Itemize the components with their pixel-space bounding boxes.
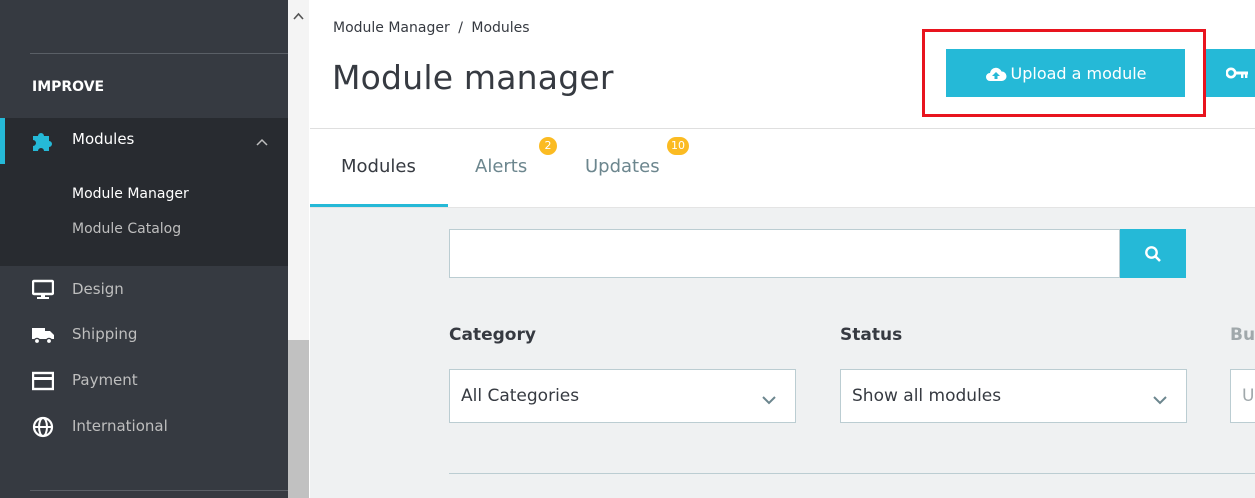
breadcrumb-item-module-manager[interactable]: Module Manager <box>333 20 450 36</box>
chevron-up-icon[interactable] <box>292 8 305 21</box>
connect-addons-button[interactable] <box>1206 49 1255 97</box>
status-select[interactable]: Show all modules <box>840 369 1187 423</box>
sidebar-item-shipping[interactable]: Shipping <box>0 318 288 352</box>
chevron-up-icon[interactable] <box>256 132 268 151</box>
globe-icon <box>32 416 54 438</box>
monitor-icon <box>32 279 54 301</box>
content-divider <box>449 473 1255 474</box>
bulk-actions-select[interactable]: U <box>1230 369 1255 423</box>
bulk-actions-label: Bu <box>1230 325 1255 345</box>
page-header: Module Manager / Modules Module manager … <box>310 0 1255 128</box>
tab-label: Modules <box>341 156 416 177</box>
breadcrumb-separator: / <box>458 20 463 36</box>
tab-updates[interactable]: Updates 10 <box>585 129 705 207</box>
sidebar: IMPROVE Modules Module Manager Module Ca… <box>0 0 288 498</box>
truck-icon <box>32 324 54 346</box>
chevron-down-icon <box>761 390 777 409</box>
sidebar-subitem-module-manager[interactable]: Module Manager <box>72 186 189 202</box>
breadcrumb: Module Manager / Modules <box>333 20 530 36</box>
category-filter-label: Category <box>449 325 536 345</box>
sidebar-divider-bottom <box>30 490 288 491</box>
puzzle-icon <box>30 130 52 152</box>
key-icon <box>1226 66 1255 80</box>
sidebar-scrollbar[interactable] <box>288 0 309 498</box>
bulk-actions-value: U <box>1242 386 1255 406</box>
chevron-down-icon <box>1152 390 1168 409</box>
sidebar-divider-top <box>30 53 288 54</box>
sidebar-section-title: IMPROVE <box>32 79 105 95</box>
tab-bar: Modules Alerts 2 Updates 10 <box>310 129 1255 207</box>
breadcrumb-item-modules[interactable]: Modules <box>471 20 529 36</box>
status-filter-label: Status <box>840 325 903 345</box>
category-select-value: All Categories <box>461 386 580 406</box>
credit-card-icon <box>32 370 54 392</box>
sidebar-item-label: Modules <box>72 130 135 148</box>
tab-label: Updates <box>585 156 660 177</box>
sidebar-item-modules[interactable]: Modules <box>0 118 288 164</box>
upload-module-label: Upload a module <box>1010 63 1147 83</box>
status-select-value: Show all modules <box>852 386 1002 406</box>
updates-count-badge: 10 <box>667 137 689 155</box>
sidebar-modules-group: Modules Module Manager Module Catalog <box>0 118 288 266</box>
tab-label: Alerts <box>475 156 528 177</box>
page-title: Module manager <box>332 58 614 97</box>
module-filters-panel: Category All Categories Status Show all … <box>310 208 1255 498</box>
sidebar-item-label: International <box>72 417 168 435</box>
alerts-count-badge: 2 <box>539 137 557 155</box>
search-button[interactable] <box>1120 229 1186 278</box>
tab-modules[interactable]: Modules <box>310 129 448 207</box>
sidebar-item-payment[interactable]: Payment <box>0 364 288 398</box>
sidebar-item-label: Payment <box>72 371 138 389</box>
scrollbar-thumb[interactable] <box>288 340 309 498</box>
sidebar-item-label: Design <box>72 280 124 298</box>
category-select[interactable]: All Categories <box>449 369 796 423</box>
upload-module-button[interactable]: Upload a module <box>946 49 1185 97</box>
sidebar-item-international[interactable]: International <box>0 410 288 444</box>
sidebar-item-label: Shipping <box>72 325 138 343</box>
cloud-upload-icon <box>985 65 1007 83</box>
sidebar-item-design[interactable]: Design <box>0 273 288 307</box>
sidebar-subitem-module-catalog[interactable]: Module Catalog <box>72 221 181 237</box>
module-search-input[interactable] <box>449 229 1120 278</box>
tab-alerts[interactable]: Alerts 2 <box>472 129 572 207</box>
search-icon <box>1120 245 1186 263</box>
